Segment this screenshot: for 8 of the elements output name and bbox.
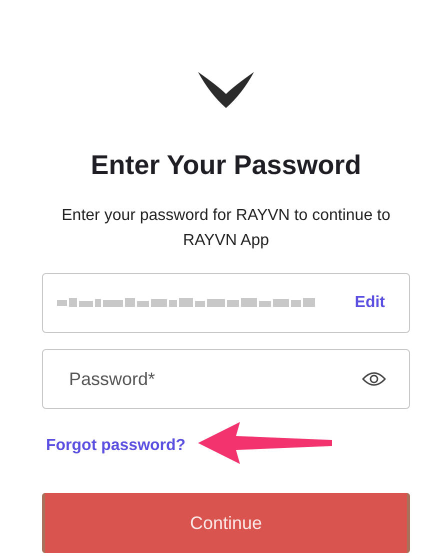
password-field[interactable]: Password* <box>42 349 410 409</box>
eye-icon[interactable] <box>362 371 386 387</box>
forgot-password-link[interactable]: Forgot password? <box>46 437 186 455</box>
edit-link[interactable]: Edit <box>354 294 385 312</box>
subtitle: Enter your password for RAYVN to continue to RAYVN App <box>61 206 391 251</box>
continue-button[interactable]: Continue <box>42 493 410 553</box>
page-title: Enter Your Password <box>90 150 362 181</box>
email-field[interactable]: Edit <box>42 273 410 333</box>
